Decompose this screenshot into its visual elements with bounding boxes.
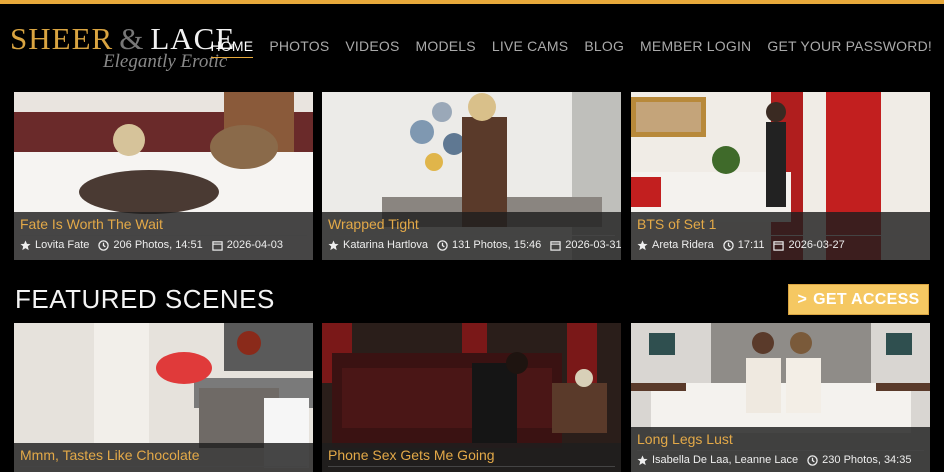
clock-icon bbox=[98, 239, 110, 251]
scene-meta: Isabella De Laa, Leanne Lace 230 Photos,… bbox=[637, 454, 911, 466]
scene-caption: Phone Sex Gets Me Going bbox=[322, 443, 621, 472]
scene-title[interactable]: Phone Sex Gets Me Going bbox=[328, 447, 495, 463]
scene-meta: Lovita Fate 206 Photos, 14:51 2026-04-03 bbox=[20, 239, 283, 251]
calendar-icon bbox=[212, 240, 223, 251]
nav-photos[interactable]: Photos bbox=[269, 38, 329, 58]
logo-word-sheer: Sheer bbox=[10, 21, 114, 56]
scene-title[interactable]: Mmm, Tastes Like Chocolate bbox=[20, 447, 199, 463]
get-access-button[interactable]: > Get Access bbox=[788, 284, 929, 315]
clock-icon bbox=[723, 239, 734, 251]
chevron-right-icon: > bbox=[797, 290, 808, 308]
caption-divider bbox=[328, 235, 615, 236]
star-icon bbox=[637, 454, 648, 465]
nav-videos[interactable]: Videos bbox=[345, 38, 399, 58]
caption-divider bbox=[637, 235, 924, 236]
scene-stats: 230 Photos, 34:35 bbox=[822, 454, 912, 466]
clock-icon bbox=[807, 454, 818, 466]
nav-home[interactable]: Home bbox=[210, 38, 254, 58]
featured-scene-card[interactable]: Phone Sex Gets Me Going bbox=[322, 323, 621, 472]
calendar-icon bbox=[773, 240, 785, 251]
scene-model[interactable]: Lovita Fate bbox=[35, 239, 89, 251]
scene-card[interactable]: Wrapped Tight Katarina Hartlova 131 Phot… bbox=[322, 92, 621, 260]
scene-date: 2026-04-03 bbox=[226, 239, 283, 251]
scene-stats: 206 Photos, 14:51 bbox=[113, 239, 203, 251]
scene-stats: 131 Photos, 15:46 bbox=[452, 239, 542, 251]
star-icon bbox=[328, 239, 339, 250]
scene-caption: BTS of Set 1 Areta Ridera 17:11 2026-03-… bbox=[631, 212, 930, 260]
scene-model[interactable]: Isabella De Laa, Leanne Lace bbox=[652, 454, 798, 466]
scene-caption: Fate Is Worth The Wait Lovita Fate 206 P… bbox=[14, 212, 313, 260]
scene-caption: Long Legs Lust Isabella De Laa, Leanne L… bbox=[631, 427, 930, 472]
scene-title[interactable]: Long Legs Lust bbox=[637, 431, 733, 447]
scene-caption: Wrapped Tight Katarina Hartlova 131 Phot… bbox=[322, 212, 621, 260]
clock-icon bbox=[437, 239, 448, 251]
scene-title[interactable]: BTS of Set 1 bbox=[637, 216, 716, 232]
nav-models[interactable]: Models bbox=[416, 38, 476, 58]
featured-scene-card[interactable]: Mmm, Tastes Like Chocolate bbox=[14, 323, 313, 472]
scene-date: 2026-03-31 bbox=[565, 239, 621, 251]
nav-member-login[interactable]: Member Login bbox=[640, 38, 751, 58]
scene-model[interactable]: Areta Ridera bbox=[652, 239, 714, 251]
scene-card[interactable]: Fate Is Worth The Wait Lovita Fate 206 P… bbox=[14, 92, 313, 260]
top-accent-bar bbox=[0, 0, 944, 4]
scene-stats: 17:11 bbox=[737, 239, 765, 251]
star-icon bbox=[637, 239, 648, 250]
caption-divider bbox=[637, 450, 924, 451]
get-access-label: Get Access bbox=[813, 290, 920, 308]
scene-model[interactable]: Katarina Hartlova bbox=[343, 239, 428, 251]
calendar-icon bbox=[550, 240, 561, 251]
featured-scenes-heading: Featured Scenes bbox=[15, 284, 275, 314]
main-nav: Home Photos Videos Models Live Cams Blog… bbox=[210, 38, 933, 58]
scene-meta: Katarina Hartlova 131 Photos, 15:46 2026… bbox=[328, 239, 621, 251]
caption-divider bbox=[328, 466, 615, 467]
caption-divider bbox=[20, 466, 307, 467]
scene-meta: Areta Ridera 17:11 2026-03-27 bbox=[637, 239, 845, 251]
caption-divider bbox=[20, 235, 307, 236]
scene-card[interactable]: BTS of Set 1 Areta Ridera 17:11 2026-03-… bbox=[631, 92, 930, 260]
nav-get-password[interactable]: Get Your Password! bbox=[767, 38, 932, 58]
star-icon bbox=[20, 239, 31, 250]
scene-caption: Mmm, Tastes Like Chocolate bbox=[14, 443, 313, 472]
featured-scene-card[interactable]: Long Legs Lust Isabella De Laa, Leanne L… bbox=[631, 323, 930, 472]
logo-tagline: Elegantly Erotic bbox=[103, 51, 228, 72]
nav-blog[interactable]: Blog bbox=[584, 38, 624, 58]
scene-date: 2026-03-27 bbox=[788, 239, 845, 251]
nav-live-cams[interactable]: Live Cams bbox=[492, 38, 569, 58]
scene-title[interactable]: Fate Is Worth The Wait bbox=[20, 216, 163, 232]
scene-title[interactable]: Wrapped Tight bbox=[328, 216, 419, 232]
